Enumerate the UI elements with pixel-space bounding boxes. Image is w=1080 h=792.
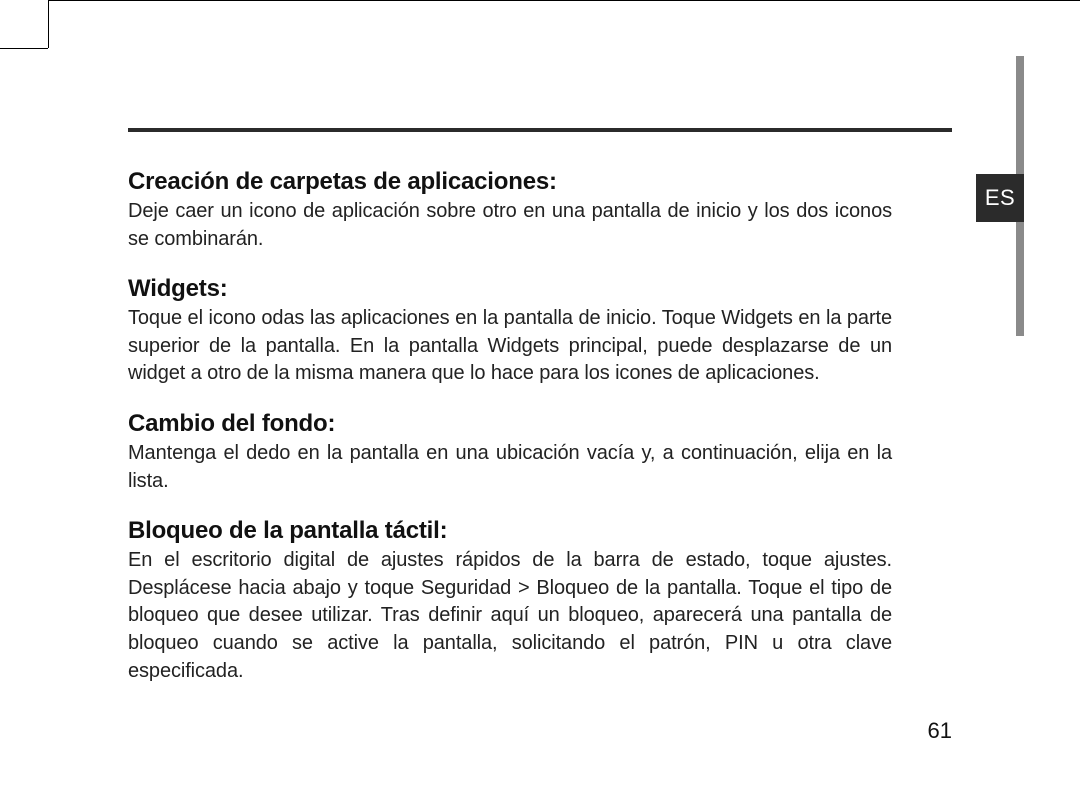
section-heading: Bloqueo de la pantalla táctil:: [128, 517, 892, 545]
crop-mark-left-h: [0, 48, 48, 49]
language-tab: ES: [976, 174, 1024, 222]
crop-mark-top: [48, 0, 1080, 1]
crop-mark-left-v: [48, 0, 49, 48]
content-column: Creación de carpetas de aplicaciones: De…: [128, 168, 892, 685]
header-rule: [128, 128, 952, 132]
page-number: 61: [928, 718, 952, 744]
section-body: Deje caer un icono de aplicación sobre o…: [128, 198, 892, 253]
section-heading: Cambio del fondo:: [128, 410, 892, 438]
section-body: En el escritorio digital de ajustes rápi…: [128, 547, 892, 685]
section-heading: Creación de carpetas de aplicaciones:: [128, 168, 892, 196]
section-body: Mantenga el dedo en la pantalla en una u…: [128, 440, 892, 495]
document-page: ES Creación de carpetas de aplicaciones:…: [0, 0, 1080, 792]
section-body: Toque el icono odas las aplicaciones en …: [128, 305, 892, 388]
section-heading: Widgets:: [128, 275, 892, 303]
language-code: ES: [985, 185, 1015, 211]
